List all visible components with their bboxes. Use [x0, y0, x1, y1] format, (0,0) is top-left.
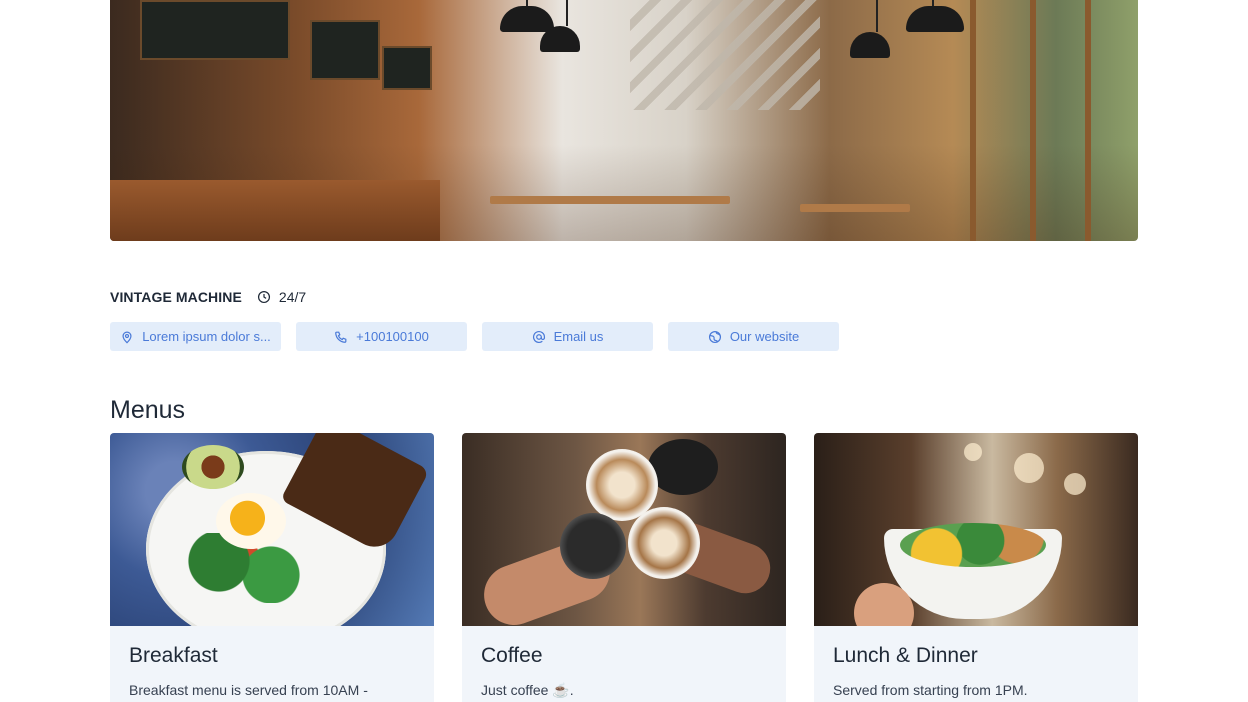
hours-text: 24/7 [278, 289, 307, 305]
menu-card-breakfast[interactable]: Breakfast Breakfast menu is served from … [110, 433, 434, 702]
address-chip[interactable]: Lorem ipsum dolor s... [110, 322, 281, 351]
chalkboard-menu [140, 0, 290, 60]
menu-card-description: Just coffee ☕. [481, 682, 574, 698]
staircase [630, 0, 820, 110]
email-chip-label: Email us [553, 329, 604, 344]
clock-icon [257, 290, 270, 304]
contact-chips: Lorem ipsum dolor s... +100100100 Email … [110, 322, 839, 351]
place-info-row: VINTAGE MACHINE 24/7 [110, 288, 306, 306]
address-chip-label: Lorem ipsum dolor s... [142, 329, 271, 344]
menus-heading: Menus [110, 396, 186, 424]
menu-card-title: Breakfast [129, 644, 218, 667]
window-frame [970, 0, 976, 241]
menu-card-description: Breakfast menu is served from 10AM - [129, 682, 368, 698]
window-frame [1030, 0, 1036, 241]
phone-chip[interactable]: +100100100 [296, 322, 467, 351]
menu-card-lunch-dinner[interactable]: Lunch & Dinner Served from starting from… [814, 433, 1138, 702]
website-chip[interactable]: Our website [668, 322, 839, 351]
menu-cards: Breakfast Breakfast menu is served from … [110, 433, 1138, 702]
location-pin-icon [122, 330, 132, 344]
menu-card-description: Served from starting from 1PM. [833, 682, 1028, 698]
pendant-lamp [906, 0, 964, 32]
pendant-lamp [500, 0, 554, 32]
cafe-table [800, 204, 910, 212]
opening-hours: 24/7 [257, 289, 306, 305]
website-chip-label: Our website [729, 329, 800, 344]
email-chip[interactable]: Email us [482, 322, 653, 351]
pendant-lamp [540, 0, 580, 52]
menu-card-title: Coffee [481, 644, 543, 667]
pendant-lamp [850, 0, 890, 58]
cafe-table [490, 196, 730, 204]
breakfast-plate-photo [110, 433, 434, 626]
wooden-counter [110, 180, 440, 241]
menu-card-coffee[interactable]: Coffee Just coffee ☕. [462, 433, 786, 702]
hero-cafe-photo [110, 0, 1138, 241]
place-name: VINTAGE MACHINE [110, 289, 242, 305]
window-frame [1085, 0, 1091, 241]
lunch-bowl-photo [814, 433, 1138, 626]
menu-card-title: Lunch & Dinner [833, 644, 978, 667]
phone-chip-label: +100100100 [356, 329, 429, 344]
coffee-cups-photo [462, 433, 786, 626]
at-sign-icon [532, 330, 545, 343]
chalkboard-menu [310, 20, 380, 80]
phone-icon [335, 331, 347, 343]
chalkboard-menu [382, 46, 432, 90]
globe-icon [708, 330, 721, 343]
